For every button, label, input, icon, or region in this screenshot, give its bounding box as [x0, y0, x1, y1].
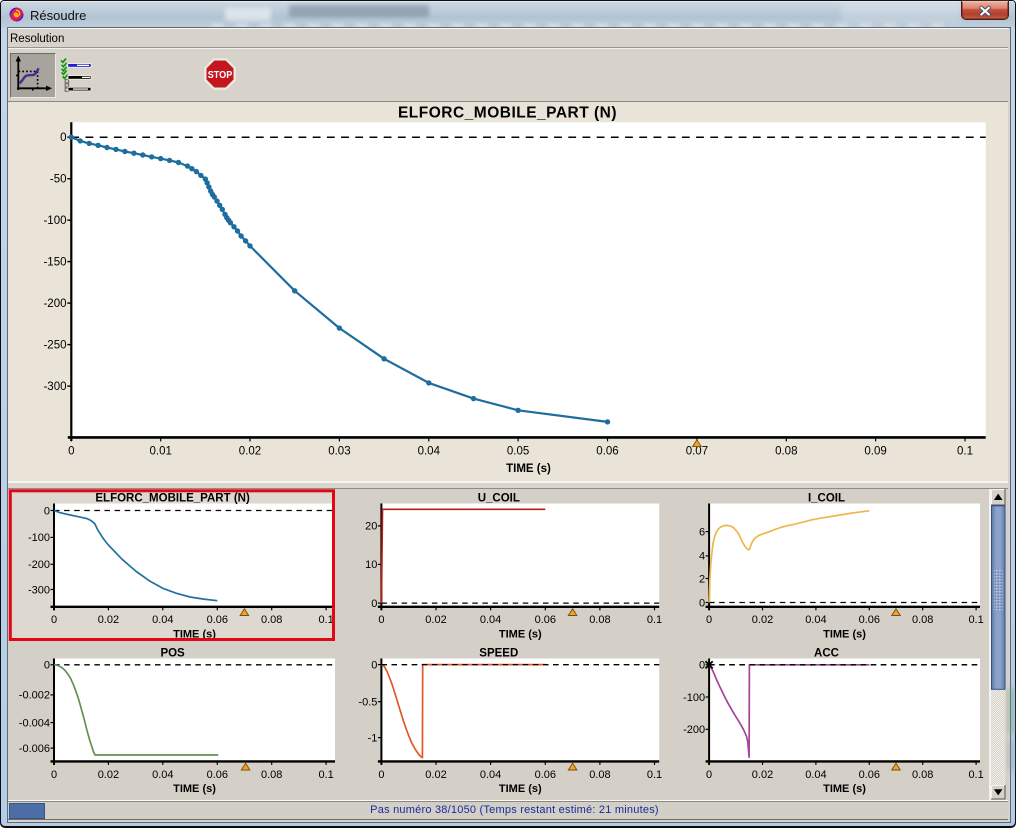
svg-text:0.02: 0.02 — [239, 446, 261, 458]
svg-text:0.05: 0.05 — [507, 446, 529, 458]
svg-text:0.1: 0.1 — [647, 769, 662, 781]
svg-text:ELFORC_MOBILE_PART (N): ELFORC_MOBILE_PART (N) — [398, 105, 617, 122]
svg-text:2: 2 — [699, 573, 705, 585]
svg-text:0.08: 0.08 — [261, 614, 282, 626]
svg-text:0.04: 0.04 — [805, 769, 826, 781]
svg-text:POS: POS — [160, 647, 185, 659]
svg-text:-100: -100 — [28, 532, 50, 544]
svg-text:-100: -100 — [683, 692, 705, 704]
svg-text:-100: -100 — [43, 215, 66, 227]
svg-text:-0.004: -0.004 — [19, 717, 50, 729]
svg-text:0.08: 0.08 — [589, 614, 610, 626]
svg-text:0.04: 0.04 — [418, 446, 441, 458]
svg-text:0: 0 — [371, 659, 377, 671]
svg-text:0.1: 0.1 — [647, 614, 662, 626]
svg-text:10: 10 — [365, 559, 377, 571]
svg-text:I_COIL: I_COIL — [808, 492, 845, 504]
svg-text:TIME (s): TIME (s) — [173, 783, 216, 795]
svg-text:-50: -50 — [50, 174, 67, 186]
svg-text:0.08: 0.08 — [261, 769, 282, 781]
svg-text:-300: -300 — [43, 381, 66, 393]
svg-text:4: 4 — [699, 551, 705, 563]
svg-text:0.1: 0.1 — [957, 446, 973, 458]
svg-text:0.02: 0.02 — [752, 614, 773, 626]
svg-text:TIME (s): TIME (s) — [499, 628, 542, 640]
svg-text:0.06: 0.06 — [207, 769, 228, 781]
svg-text:TIME (s): TIME (s) — [823, 628, 866, 640]
svg-text:-0.5: -0.5 — [358, 697, 377, 709]
svg-text:0.06: 0.06 — [535, 769, 556, 781]
svg-text:U_COIL: U_COIL — [478, 492, 520, 504]
svg-text:0: 0 — [68, 446, 74, 458]
svg-text:0.1: 0.1 — [318, 769, 333, 781]
svg-text:STOP: STOP — [208, 70, 233, 81]
svg-text:0.1: 0.1 — [968, 769, 983, 781]
svg-text:-1: -1 — [368, 732, 378, 744]
svg-text:0.01: 0.01 — [150, 446, 172, 458]
svg-text:0.08: 0.08 — [912, 769, 933, 781]
svg-text:0.04: 0.04 — [480, 769, 501, 781]
svg-text:0.1: 0.1 — [318, 614, 333, 626]
svg-text:-200: -200 — [683, 724, 705, 736]
svg-text:ACC: ACC — [814, 647, 839, 659]
svg-text:0.02: 0.02 — [752, 769, 773, 781]
svg-text:0.02: 0.02 — [425, 614, 446, 626]
svg-text:0.06: 0.06 — [596, 446, 618, 458]
svg-text:SPEED: SPEED — [479, 647, 518, 659]
svg-text:0.1: 0.1 — [968, 614, 983, 626]
svg-text:0.07: 0.07 — [686, 446, 708, 458]
svg-text:0.06: 0.06 — [535, 614, 556, 626]
svg-text:-200: -200 — [43, 298, 66, 310]
svg-text:0.02: 0.02 — [98, 769, 119, 781]
svg-text:0.08: 0.08 — [589, 769, 610, 781]
svg-text:0: 0 — [706, 769, 712, 781]
svg-text:0: 0 — [699, 597, 705, 609]
svg-text:0.08: 0.08 — [912, 614, 933, 626]
svg-text:TIME (s): TIME (s) — [823, 783, 866, 795]
svg-text:0.09: 0.09 — [864, 446, 886, 458]
svg-text:0: 0 — [706, 614, 712, 626]
svg-text:0: 0 — [378, 614, 384, 626]
svg-text:0: 0 — [44, 505, 50, 517]
svg-text:0: 0 — [371, 598, 377, 610]
svg-text:0: 0 — [51, 614, 57, 626]
svg-text:0.02: 0.02 — [98, 614, 119, 626]
svg-text:ELFORC_MOBILE_PART (N): ELFORC_MOBILE_PART (N) — [95, 492, 250, 504]
svg-text:0: 0 — [44, 660, 50, 672]
svg-text:-0.002: -0.002 — [19, 690, 50, 702]
svg-text:0.04: 0.04 — [805, 614, 826, 626]
svg-text:-250: -250 — [43, 340, 66, 352]
svg-text:0: 0 — [378, 769, 384, 781]
svg-text:-300: -300 — [28, 584, 50, 596]
svg-text:0.04: 0.04 — [480, 614, 501, 626]
svg-text:0: 0 — [51, 769, 57, 781]
svg-text:0.02: 0.02 — [425, 769, 446, 781]
svg-text:0: 0 — [60, 132, 66, 144]
svg-text:TIME (s): TIME (s) — [506, 463, 551, 475]
svg-text:-200: -200 — [28, 559, 50, 571]
svg-text:-150: -150 — [43, 257, 66, 269]
svg-text:0.06: 0.06 — [859, 614, 880, 626]
svg-text:6: 6 — [699, 526, 705, 538]
svg-text:20: 20 — [365, 521, 377, 533]
svg-text:0.08: 0.08 — [775, 446, 797, 458]
svg-text:TIME (s): TIME (s) — [499, 783, 542, 795]
svg-text:0.06: 0.06 — [859, 769, 880, 781]
svg-text:-0.006: -0.006 — [19, 743, 50, 755]
svg-text:0.04: 0.04 — [152, 769, 173, 781]
svg-text:0: 0 — [699, 660, 705, 672]
svg-text:0.04: 0.04 — [152, 614, 173, 626]
svg-text:0.03: 0.03 — [328, 446, 350, 458]
svg-text:0.06: 0.06 — [207, 614, 228, 626]
